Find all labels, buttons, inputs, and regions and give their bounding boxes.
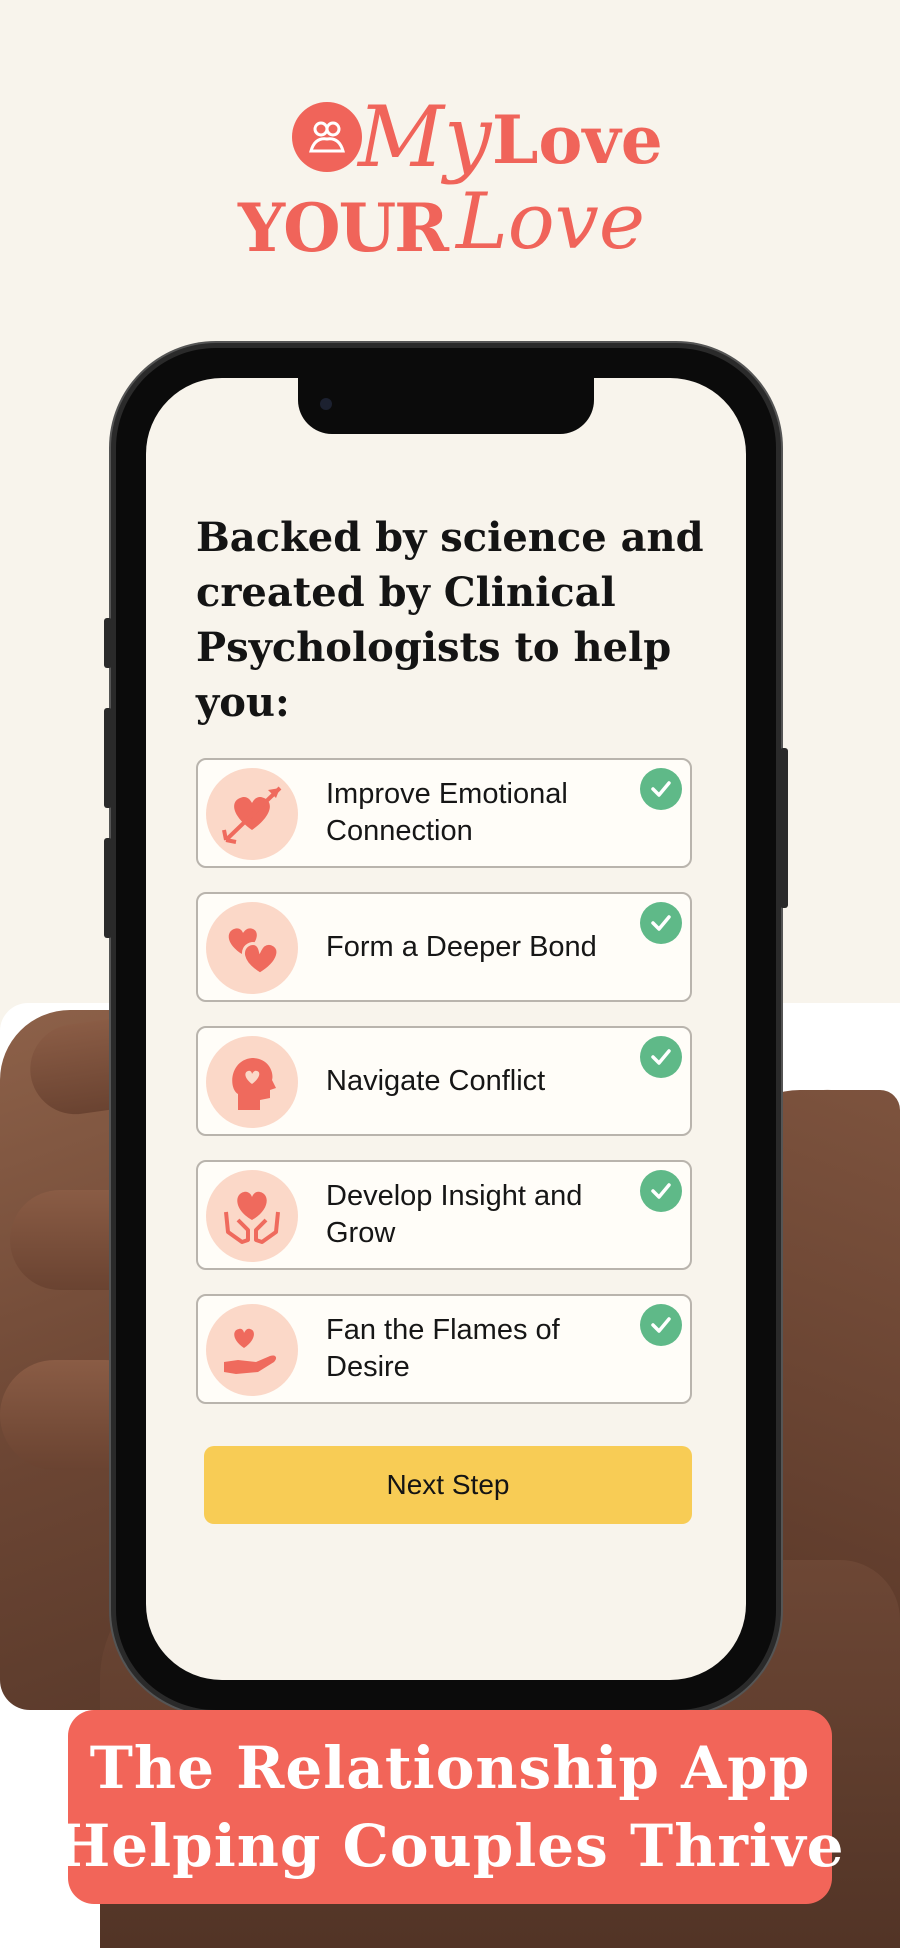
goal-label: Navigate Conflict	[326, 1064, 546, 1097]
check-icon	[640, 1170, 682, 1212]
tagline-line-2: Helping Couples Thrive	[55, 1812, 845, 1880]
goal-card[interactable]: Fan the Flames of Desire	[196, 1294, 692, 1404]
two-hearts-icon	[206, 902, 298, 994]
next-step-button[interactable]: Next Step	[204, 1446, 692, 1524]
phone-frame: Backed by science and created by Clinica…	[104, 348, 788, 1710]
goal-label: Improve Emotional Connection	[326, 778, 568, 847]
goal-card[interactable]: Develop Insight and Grow	[196, 1160, 692, 1270]
check-icon	[640, 768, 682, 810]
tagline-line-1: The Relationship App	[89, 1734, 811, 1802]
goal-label: Develop Insight and Grow	[326, 1180, 583, 1249]
power-button	[780, 748, 788, 908]
head-heart-icon	[206, 1036, 298, 1128]
side-button	[104, 618, 112, 668]
logo-word-love: Love	[492, 101, 663, 179]
couple-icon	[292, 102, 362, 172]
goal-card[interactable]: Navigate Conflict	[196, 1026, 692, 1136]
goal-list: Improve Emotional Connection Form a Deep…	[196, 758, 692, 1428]
page-title: Backed by science and created by Clinica…	[196, 514, 704, 726]
logo-word-my: My	[358, 88, 492, 186]
goal-label: Form a Deeper Bond	[326, 930, 597, 963]
phone-screen: Backed by science and created by Clinica…	[146, 378, 746, 1680]
goal-label: Fan the Flames of Desire	[326, 1314, 560, 1383]
goal-card[interactable]: Improve Emotional Connection	[196, 758, 692, 868]
check-icon	[640, 902, 682, 944]
volume-down-button	[104, 838, 112, 938]
volume-up-button	[104, 708, 112, 808]
check-icon	[640, 1036, 682, 1078]
logo-word-love-script: Love	[456, 177, 645, 267]
app-logo: My Love YOUR Love	[230, 95, 670, 295]
hands-heart-icon	[206, 1170, 298, 1262]
notch	[298, 378, 594, 434]
check-icon	[640, 1304, 682, 1346]
goal-card[interactable]: Form a Deeper Bond	[196, 892, 692, 1002]
logo-word-your: YOUR	[238, 189, 449, 267]
camera-icon	[320, 398, 332, 410]
tagline-banner: The Relationship App Helping Couples Thr…	[55, 1710, 844, 1904]
hand-heart-icon	[206, 1304, 298, 1396]
heart-arrow-icon	[206, 768, 298, 860]
